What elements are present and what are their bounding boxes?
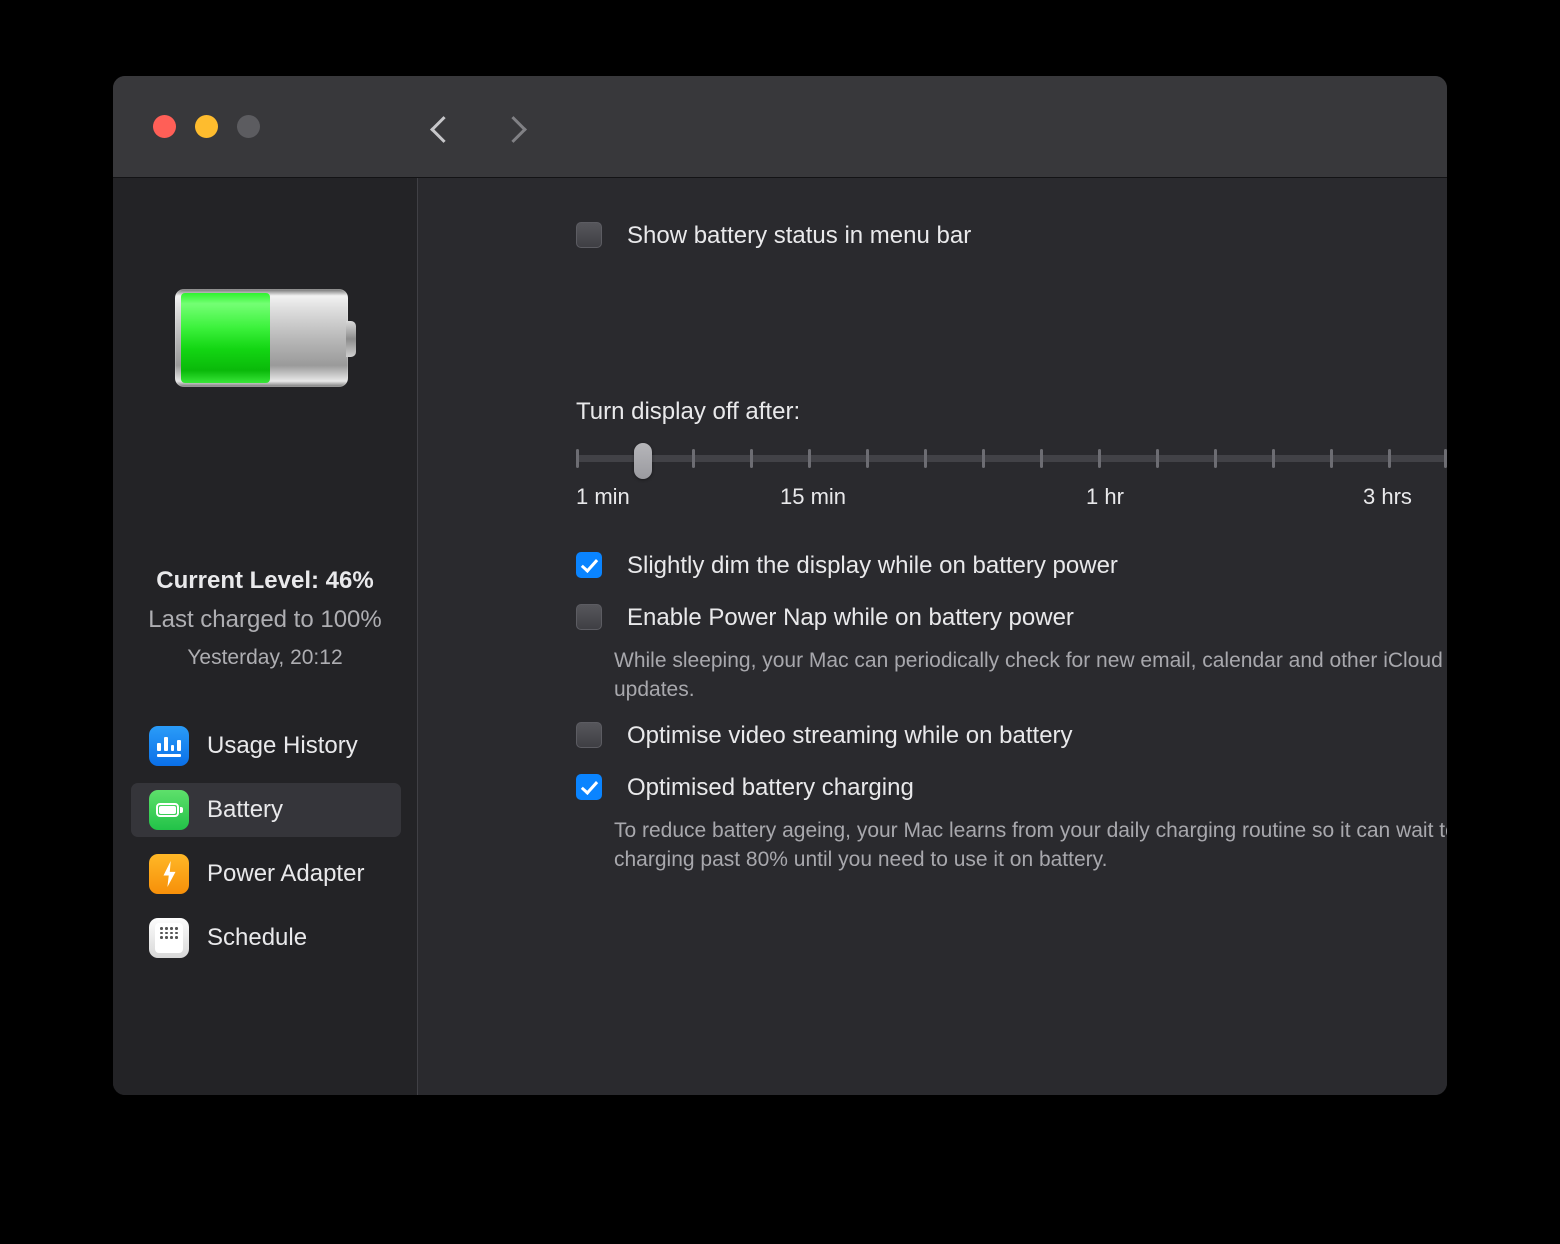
slider-label-1-hr: 1 hr [1086,484,1124,509]
system-preferences-window: Battery Search Current Level: 46% Last c… [113,76,1447,1095]
sidebar-item-label: Battery [207,796,284,823]
turn-display-off-slider[interactable] [576,443,1447,479]
battery-status-graphic [175,289,356,387]
show-battery-status-checkbox[interactable] [576,222,602,248]
current-level-text: Current Level: 46% [156,567,374,594]
turn-display-off-label: Turn display off after: [576,398,801,425]
battery-icon [149,790,189,830]
show-battery-status-row[interactable]: Show battery status in menu bar [576,222,971,250]
traffic-light-group [153,115,260,138]
sidebar-item-schedule[interactable]: Schedule [131,911,401,965]
optimised-battery-charging-checkbox[interactable] [576,774,602,800]
optimised-battery-charging-label: Optimised battery charging [627,774,914,801]
slider-track [576,455,1447,462]
enable-power-nap-row[interactable]: Enable Power Nap while on battery power [576,604,1074,632]
chevron-left-icon [430,116,457,143]
optimise-video-streaming-checkbox[interactable] [576,722,602,748]
sidebar: Current Level: 46% Last charged to 100% … [113,178,418,1095]
window-body: Current Level: 46% Last charged to 100% … [113,178,1447,1095]
close-button[interactable] [153,115,176,138]
chevron-right-icon [500,116,527,143]
slightly-dim-display-row[interactable]: Slightly dim the display while on batter… [576,552,1118,580]
last-charged-timestamp: Yesterday, 20:12 [187,646,343,669]
forward-button [498,112,532,146]
sidebar-item-usage-history[interactable]: Usage History [131,719,401,773]
optimise-video-streaming-label: Optimise video streaming while on batter… [627,722,1073,749]
show-battery-status-label: Show battery status in menu bar [627,222,972,249]
back-button[interactable] [424,112,458,146]
sidebar-item-power-adapter[interactable]: Power Adapter [131,847,401,901]
battery-cap [346,321,356,357]
slider-scale-labels: 1 min 15 min 1 hr 3 hrs Never [576,484,1447,514]
sidebar-item-battery[interactable]: Battery [131,783,401,837]
slider-label-15-min: 15 min [780,484,847,509]
optimised-battery-charging-row[interactable]: Optimised battery charging [576,774,914,802]
battery-fill [181,293,270,383]
zoom-button [237,115,260,138]
sidebar-item-label: Schedule [207,924,308,951]
minimize-button[interactable] [195,115,218,138]
sidebar-item-label: Power Adapter [207,860,365,887]
schedule-calendar-icon [149,918,189,958]
battery-body [175,289,348,387]
slider-thumb[interactable] [634,443,652,479]
slightly-dim-display-checkbox[interactable] [576,552,602,578]
slider-label-3-hrs: 3 hrs [1363,484,1412,509]
enable-power-nap-checkbox[interactable] [576,604,602,630]
sidebar-list: Usage History Battery Power Adapter Sche… [131,719,401,975]
window-titlebar: Battery Search [113,76,1447,227]
usage-history-icon [149,726,189,766]
last-charged-text: Last charged to 100% [148,606,382,633]
main-content: Show battery status in menu bar Turn dis… [418,178,1447,1095]
enable-power-nap-description: While sleeping, your Mac can periodicall… [614,649,1443,701]
optimised-battery-charging-description: To reduce battery ageing, your Mac learn… [614,819,1447,871]
optimise-video-streaming-row[interactable]: Optimise video streaming while on batter… [576,722,1073,750]
power-adapter-icon [149,854,189,894]
slightly-dim-display-label: Slightly dim the display while on batter… [627,552,1118,579]
sidebar-item-label: Usage History [207,732,358,759]
enable-power-nap-label: Enable Power Nap while on battery power [627,604,1074,631]
slider-label-1-min: 1 min [576,484,630,509]
